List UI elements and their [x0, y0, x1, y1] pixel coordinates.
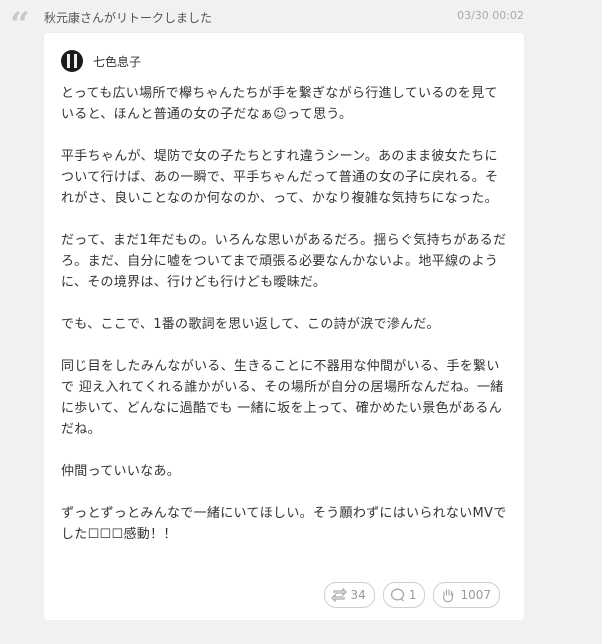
post-paragraph: とっても広い場所で欅ちゃんたちが手を繋ぎながら行進しているのを見ていると、ほんと… [61, 86, 498, 122]
comment-icon [390, 588, 404, 602]
retalk-icon [330, 588, 347, 602]
post-paragraph: ずっとずっとみんなで一緒にいてほしい。そう願わずにはいられないMVでした☐☐☐感… [61, 506, 507, 542]
post-body: とっても広い場所で欅ちゃんたちが手を繋ぎながら行進しているのを見ていると、ほんと… [61, 83, 511, 566]
retalk-count: 34 [350, 588, 366, 602]
retalk-notice: 秋元康さんがリトークしました [44, 11, 213, 25]
post-paragraph: 同じ目をしたみんながいる、生きることに不器用な仲間がいる、手を繋いで 迎え入れて… [61, 359, 504, 437]
post-paragraph: 仲間っていいなあ。 [61, 464, 181, 479]
clap-icon [443, 588, 454, 602]
avatar[interactable] [61, 50, 83, 72]
comment-count: 1 [408, 588, 417, 602]
post-paragraph: だって、まだ1年だもの。いろんな思いがあるだろ。揺らぐ気持ちがあるだろ。まだ、自… [61, 233, 507, 290]
post-paragraph: でも、ここで、1番の歌詞を思い返して、この詩が涙で滲んだ。 [61, 317, 440, 332]
talk-card: 七色息子 とっても広い場所で欅ちゃんたちが手を繋ぎながら行進しているのを見ている… [44, 33, 524, 620]
author[interactable]: 七色息子 [61, 50, 141, 72]
timestamp: 03/30 00:02 [457, 9, 524, 22]
comment-button[interactable]: 1 [382, 582, 426, 608]
clap-count: 1007 [460, 588, 491, 602]
author-name[interactable]: 七色息子 [93, 53, 141, 70]
quote-icon: “ [10, 5, 30, 45]
retalk-button[interactable]: 34 [323, 582, 375, 608]
post-paragraph: 平手ちゃんが、堤防で女の子たちとすれ違うシーン。あのまま彼女たちについて行けば、… [61, 149, 499, 206]
clap-button[interactable]: 1007 [433, 582, 500, 608]
action-bar: 34 1 1007 [323, 582, 500, 608]
